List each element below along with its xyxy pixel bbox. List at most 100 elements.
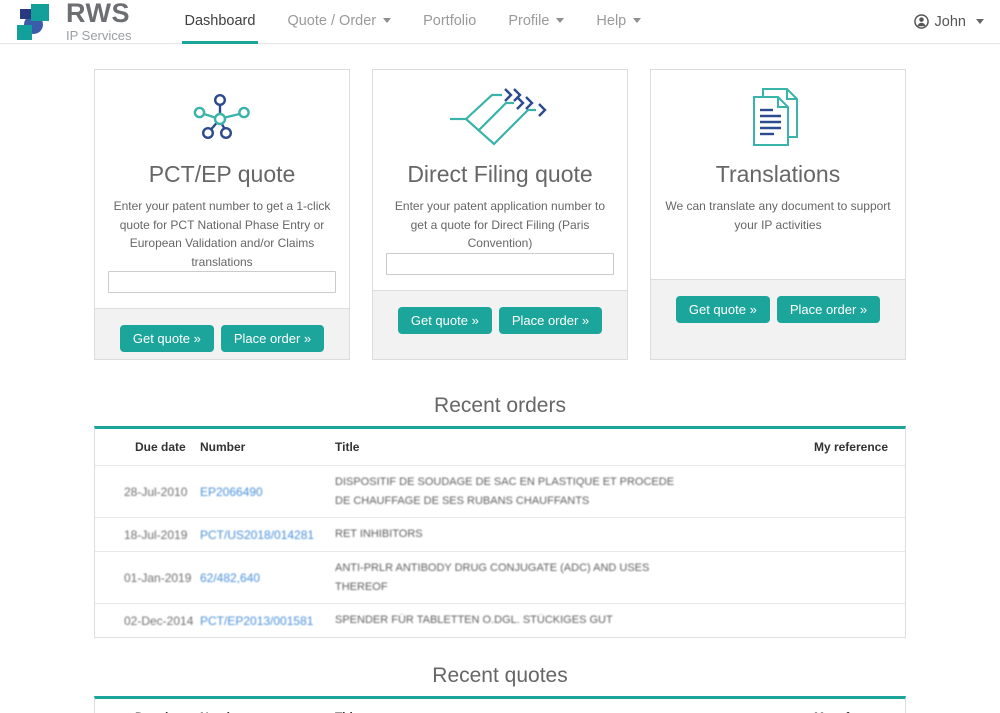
nav-label: Profile [508, 13, 549, 29]
recent-orders-heading: Recent orders [94, 394, 906, 418]
nav-label: Portfolio [423, 13, 476, 29]
nav-label: Quote / Order [287, 13, 376, 29]
main-nav: Dashboard Quote / Order Portfolio Profil… [182, 0, 671, 43]
place-order-button[interactable]: Place order » [777, 296, 880, 323]
cell-text: RET INHIBITORS [335, 528, 423, 540]
nav-item-profile[interactable]: Profile [505, 0, 567, 44]
cell-text: SPENDER FÜR TABLETTEN O.DGL. STÜCKIGES G… [335, 614, 613, 626]
nav-label: Dashboard [185, 13, 256, 29]
column-header-my-reference: My reference [785, 429, 905, 466]
card-body: Translations We can translate any docume… [651, 70, 905, 279]
user-icon [914, 14, 929, 29]
card-description: Enter your patent application number to … [386, 197, 614, 253]
card-pct-ep-quote: PCT/EP quote Enter your patent number to… [94, 69, 350, 360]
column-header-number: Number [200, 429, 335, 466]
card-body: PCT/EP quote Enter your patent number to… [95, 70, 349, 308]
brand-name: RWS [66, 0, 132, 27]
documents-icon [750, 86, 806, 148]
card-footer: Get quote » Place order » [373, 290, 627, 359]
logo-teal-square-large [31, 4, 49, 21]
cell-ref [785, 518, 905, 552]
chevron-down-icon [383, 18, 391, 23]
cell-number: PCT/EP2013/001581 [200, 604, 335, 637]
column-header-title: Title [335, 699, 785, 713]
network-nodes-icon [193, 86, 251, 148]
column-header-due-date: Due date [95, 699, 200, 713]
nav-item-help[interactable]: Help [593, 0, 644, 44]
dashboard-content: PCT/EP quote Enter your patent number to… [94, 69, 906, 713]
card-footer: Get quote » Place order » [651, 279, 905, 359]
cell-text: 01-Jan-2019 [124, 571, 191, 585]
user-name: John [935, 14, 966, 30]
cell-due: 28-Jul-2010 [95, 466, 200, 518]
application-number-input[interactable] [386, 253, 614, 275]
patent-number-input[interactable] [108, 271, 336, 293]
cell-title: ANTI-PRLR ANTIBODY DRUG CONJUGATE (ADC) … [335, 552, 785, 604]
card-description: We can translate any document to support… [664, 197, 892, 234]
brand-text: RWS IP Services [66, 0, 132, 43]
cell-due: 18-Jul-2019 [95, 518, 200, 552]
number-link[interactable]: 62/482,640 [200, 571, 260, 585]
top-nav-bar: RWS IP Services Dashboard Quote / Order … [0, 0, 1000, 44]
brand-logo[interactable]: RWS IP Services [10, 0, 132, 43]
branching-arrows-icon [448, 86, 552, 148]
table-row: 02-Dec-2014 PCT/EP2013/001581 SPENDER FÜR … [95, 604, 905, 637]
user-menu[interactable]: John [914, 0, 984, 43]
recent-quotes-panel: Due date Number Title My reference 28-Ju… [94, 696, 906, 713]
column-header-my-reference: My reference [785, 699, 905, 713]
card-description: Enter your patent number to get a 1-clic… [108, 197, 336, 271]
chevron-down-icon [976, 19, 984, 24]
logo-navy-square [20, 9, 31, 19]
cell-text: 02-Dec-2014 [124, 614, 193, 628]
recent-orders-panel: Due date Number Title My reference 28-Ju… [94, 426, 906, 638]
number-link[interactable]: EP2066490 [200, 485, 263, 499]
cell-due: 01-Jan-2019 [95, 552, 200, 604]
nav-item-quote-order[interactable]: Quote / Order [284, 0, 394, 44]
table-row: 28-Jul-2010 EP2066490 DISPOSITIF DE SOUDAG… [95, 466, 905, 518]
cell-due: 02-Dec-2014 [95, 604, 200, 637]
quick-action-cards: PCT/EP quote Enter your patent number to… [94, 69, 906, 360]
nav-label: Help [596, 13, 626, 29]
get-quote-button[interactable]: Get quote » [398, 307, 492, 334]
brand-subtitle: IP Services [66, 28, 132, 43]
recent-orders-table: Due date Number Title My reference 28-Ju… [95, 429, 905, 637]
card-input-wrap [386, 253, 614, 275]
column-header-number: Number [200, 699, 335, 713]
table-header-row: Due date Number Title My reference [95, 699, 905, 713]
cell-title: RET INHIBITORS [335, 518, 785, 552]
card-input-wrap [108, 271, 336, 293]
get-quote-button[interactable]: Get quote » [120, 325, 214, 352]
nav-item-portfolio[interactable]: Portfolio [420, 0, 479, 44]
table-row: 01-Jan-2019 62/482,640 ANTI-PRLR ANTIBODY … [95, 552, 905, 604]
chevron-down-icon [556, 18, 564, 23]
logo-teal-square-small [17, 25, 32, 40]
cell-title: SPENDER FÜR TABLETTEN O.DGL. STÜCKIGES G… [335, 604, 785, 637]
card-title: Translations [716, 161, 840, 188]
number-link[interactable]: PCT/US2018/014281 [200, 528, 314, 542]
cell-number: 62/482,640 [200, 552, 335, 604]
get-quote-button[interactable]: Get quote » [676, 296, 770, 323]
cell-ref [785, 552, 905, 604]
column-header-title: Title [335, 429, 785, 466]
card-body: Direct Filing quote Enter your patent ap… [373, 70, 627, 290]
column-header-due-date: Due date [95, 429, 200, 466]
place-order-button[interactable]: Place order » [221, 325, 324, 352]
card-footer: Get quote » Place order » [95, 308, 349, 359]
cell-ref [785, 466, 905, 518]
rws-logo-icon [10, 2, 56, 42]
recent-quotes-table: Due date Number Title My reference 28-Ju… [95, 699, 905, 713]
nav-item-dashboard[interactable]: Dashboard [182, 0, 259, 44]
number-link[interactable]: PCT/EP2013/001581 [200, 614, 313, 628]
card-direct-filing-quote: Direct Filing quote Enter your patent ap… [372, 69, 628, 360]
cell-ref [785, 604, 905, 637]
recent-quotes-heading: Recent quotes [94, 664, 906, 688]
cell-text: DISPOSITIF DE SOUDAGE DE SAC EN PLASTIQU… [335, 476, 674, 507]
cell-text: 18-Jul-2019 [124, 528, 187, 542]
card-title: PCT/EP quote [149, 161, 296, 188]
cell-text: ANTI-PRLR ANTIBODY DRUG CONJUGATE (ADC) … [335, 562, 649, 593]
card-title: Direct Filing quote [407, 161, 592, 188]
card-translations: Translations We can translate any docume… [650, 69, 906, 360]
cell-text: 28-Jul-2010 [124, 485, 187, 499]
table-header-row: Due date Number Title My reference [95, 429, 905, 466]
place-order-button[interactable]: Place order » [499, 307, 602, 334]
